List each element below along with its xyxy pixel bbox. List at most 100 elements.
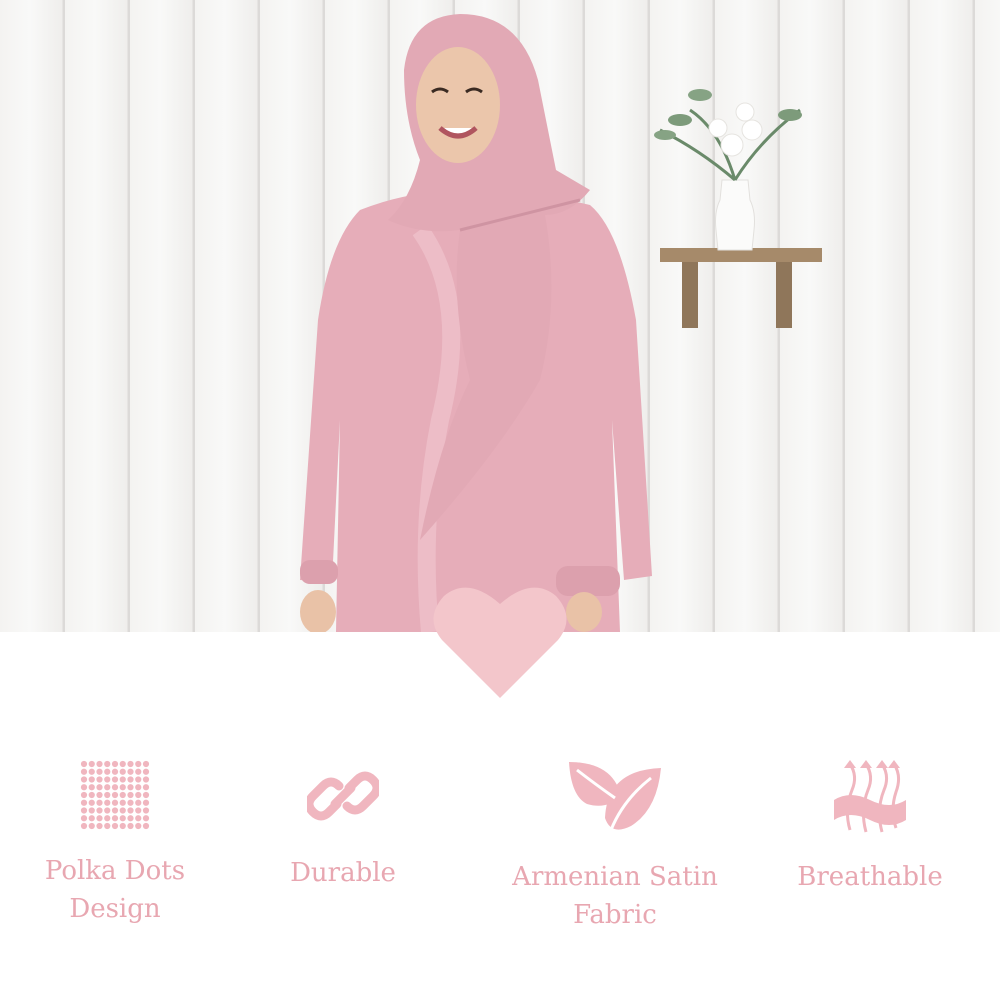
polka-dot: [96, 784, 103, 791]
polka-dot: [104, 768, 111, 775]
polka-dot: [88, 776, 95, 783]
polka-dot: [96, 776, 103, 783]
polka-dot: [80, 807, 88, 814]
polka-dot: [80, 822, 88, 830]
polka-dot: [96, 815, 103, 822]
polka-dot: [104, 815, 111, 822]
polka-dot: [111, 807, 119, 814]
polka-dot: [119, 768, 126, 775]
polka-dot: [127, 768, 134, 775]
polka-dot: [96, 807, 103, 814]
polka-dot: [135, 784, 142, 791]
polka-dot: [80, 760, 88, 768]
polka-dot: [111, 815, 119, 822]
polka-dot: [142, 815, 150, 822]
polka-dot: [135, 815, 142, 822]
polka-dot: [135, 776, 142, 783]
polka-dot: [104, 776, 111, 783]
polka-dot: [111, 799, 119, 806]
polka-dot: [119, 815, 126, 822]
polka-dot: [127, 760, 134, 768]
polka-dot: [142, 807, 150, 814]
polka-dot: [88, 799, 95, 806]
polka-dot: [88, 807, 95, 814]
polka-dot: [111, 760, 119, 768]
wall-shelf: [660, 248, 822, 328]
chain-link-icon: [307, 771, 379, 821]
feature-label-line2: Design: [69, 894, 161, 924]
product-photo: [300, 14, 822, 632]
feature-polka-dots: Polka Dots Design: [20, 760, 210, 928]
feature-label-line2: Fabric: [573, 900, 657, 930]
feature-label-line1: Durable: [290, 858, 396, 888]
polka-dot: [119, 799, 126, 806]
heart-icon: [433, 587, 567, 698]
polka-dot: [88, 784, 95, 791]
breathable-fabric-icon: [834, 760, 906, 833]
polka-dot: [88, 760, 95, 768]
polka-dot: [119, 776, 126, 783]
feature-breathable: Breathable: [770, 760, 970, 896]
feature-durable: Durable: [248, 760, 438, 892]
polka-dot: [142, 760, 150, 768]
polka-dot: [127, 776, 134, 783]
polka-dot: [80, 791, 88, 799]
polka-dot: [142, 776, 150, 783]
polka-dot: [104, 799, 111, 806]
polka-dots-icon: [80, 760, 150, 830]
polka-dot: [142, 791, 150, 799]
polka-dot: [135, 822, 142, 830]
polka-dot: [119, 807, 126, 814]
feature-label: Breathable: [770, 858, 970, 896]
polka-dot: [135, 768, 142, 775]
feature-armenian-satin: Armenian Satin Fabric: [490, 760, 740, 934]
polka-dot: [104, 760, 111, 768]
feature-label: Durable: [248, 854, 438, 892]
polka-dot: [104, 822, 111, 830]
polka-dot: [142, 768, 150, 775]
polka-dot: [104, 807, 111, 814]
polka-dot: [142, 784, 150, 791]
polka-dot: [111, 768, 119, 775]
polka-dot: [119, 760, 126, 768]
polka-dot: [111, 776, 119, 783]
polka-dot: [96, 799, 103, 806]
polka-dot: [111, 822, 119, 830]
polka-dot: [127, 784, 134, 791]
polka-dot: [142, 822, 150, 830]
feature-label-line1: Polka Dots: [44, 856, 186, 886]
polka-dot: [119, 822, 126, 830]
feature-label-line1: Breathable: [797, 862, 943, 892]
flower-vase: [654, 89, 802, 251]
polka-dot: [88, 822, 95, 830]
polka-dot: [119, 791, 126, 799]
polka-dot: [111, 784, 119, 791]
polka-dot: [88, 768, 95, 775]
polka-dot: [80, 799, 88, 806]
polka-dot: [135, 807, 142, 814]
polka-dot: [127, 807, 134, 814]
polka-dot: [135, 799, 142, 806]
polka-dot: [96, 791, 103, 799]
polka-dot: [80, 776, 88, 783]
polka-dot: [96, 768, 103, 775]
polka-dot: [142, 799, 150, 806]
polka-dot: [127, 815, 134, 822]
hero-image: [0, 0, 1000, 632]
feature-label-line1: Armenian Satin: [512, 862, 718, 892]
leaf-icon: [569, 762, 661, 831]
polka-dot: [80, 815, 88, 822]
polka-dot: [135, 791, 142, 799]
feature-list: Polka Dots Design Durable Armenian Satin…: [0, 760, 1000, 1000]
polka-dot: [88, 791, 95, 799]
polka-dot: [119, 784, 126, 791]
model-figure: [300, 14, 652, 632]
polka-dot: [127, 822, 134, 830]
polka-dot: [96, 822, 103, 830]
polka-dot: [88, 815, 95, 822]
polka-dot: [80, 784, 88, 791]
polka-dot: [104, 784, 111, 791]
feature-label: Polka Dots Design: [20, 852, 210, 928]
polka-dot: [96, 760, 103, 768]
polka-dot: [104, 791, 111, 799]
